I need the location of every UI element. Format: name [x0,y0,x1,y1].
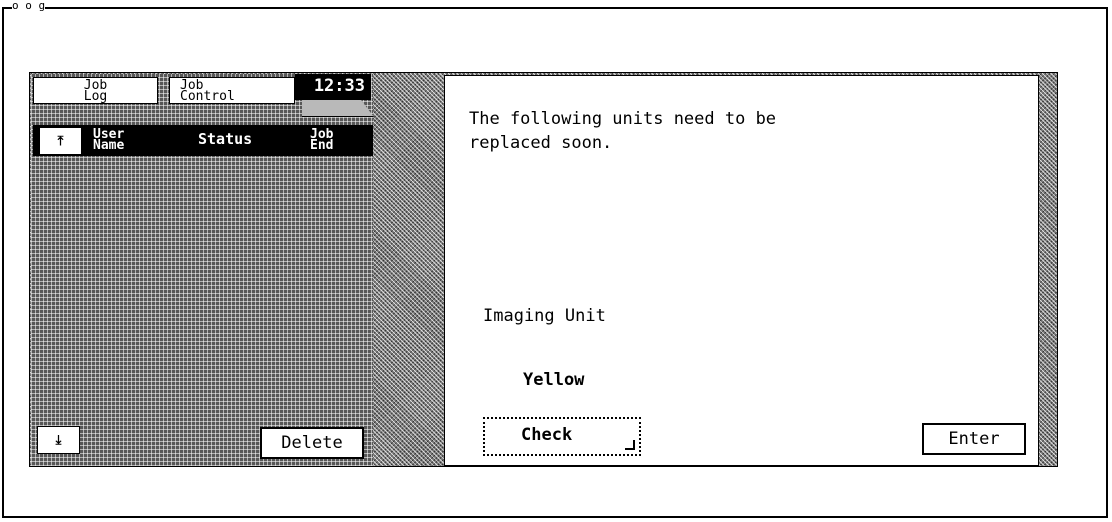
tab-job-log[interactable]: Job Log [33,77,158,104]
scroll-down-button[interactable]: ⤓ [37,426,80,454]
unit-name: Imaging Unit [483,306,606,326]
job-list-header: ⤒ User Name Status Job End [33,125,373,156]
clock-display: 12:33 [295,74,371,100]
column-job-end: Job End [310,127,334,153]
check-button-label: Check [521,425,573,445]
dialog-message: The following units need to be replaced … [469,109,777,153]
scroll-up-button[interactable]: ⤒ [39,127,82,155]
corner-mark-icon [625,440,635,450]
delete-button[interactable]: Delete [260,427,364,459]
check-button[interactable]: Check [483,417,641,456]
top-caption: o o g [12,0,46,12]
scroll-down-icon: ⤓ [55,432,62,448]
tab-job-control[interactable]: Job Control [169,77,295,104]
enter-button[interactable]: Enter [922,423,1026,455]
scroll-up-icon: ⤒ [57,133,64,149]
unit-color: Yellow [523,370,585,390]
column-user-name: User Name [93,127,125,153]
replacement-dialog: The following units need to be replaced … [444,75,1039,466]
clock-tab-tail [302,100,374,117]
job-list-pane: Job Log Job Control 12:33 ⤒ User Name St… [31,74,374,466]
control-panel: Job Log Job Control 12:33 ⤒ User Name St… [29,72,1058,467]
column-status: Status [198,130,253,148]
